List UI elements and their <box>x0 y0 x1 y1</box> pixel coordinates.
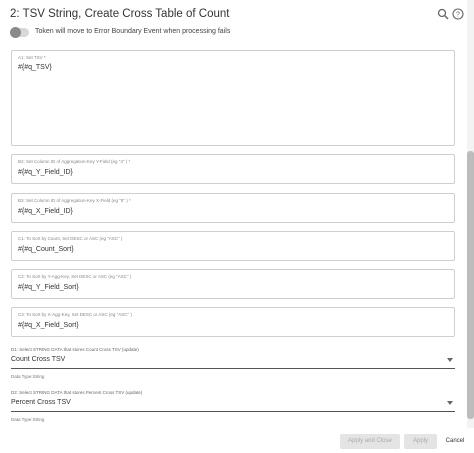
apply-button[interactable]: Apply <box>404 434 437 449</box>
help-icon[interactable]: ? <box>452 8 464 20</box>
field-value: #{#q_Y_Field_ID} <box>18 169 73 176</box>
tsv-field[interactable]: A1: Set TSV * #{#q_TSV} <box>11 50 455 146</box>
select-value: Count Cross TSV <box>11 356 66 363</box>
dialog-header: 2: TSV String, Create Cross Table of Cou… <box>0 0 474 26</box>
select-label: D2: Select STRING DATA that stores Perce… <box>11 390 143 395</box>
svg-text:?: ? <box>456 12 460 19</box>
scrollbar-thumb[interactable] <box>467 151 474 419</box>
data-type-hint: Data Type:String <box>11 417 45 422</box>
field-label: A1: Set TSV * <box>18 55 46 60</box>
count-sort-field[interactable]: C1: To Sort by Count, Set DESC or ASC (e… <box>11 231 455 261</box>
select-underline <box>11 411 455 412</box>
y-field-id-field[interactable]: B2: Set Column ID of Aggregation-Key Y-F… <box>11 154 455 184</box>
search-icon[interactable] <box>437 8 449 20</box>
toggle-label: Token will move to Error Boundary Event … <box>35 28 231 35</box>
field-label: C1: To Sort by Count, Set DESC or ASC (e… <box>18 236 123 241</box>
count-cross-tsv-select[interactable]: D1: Select STRING DATA that stores Count… <box>11 347 455 381</box>
field-label: C2: To Sort by Y-Agg-Key, Set DESC or AS… <box>18 274 132 279</box>
field-value: #{#q_Count_Sort} <box>18 246 74 253</box>
caret-down-icon[interactable] <box>447 401 453 405</box>
field-value: #{#q_Y_Field_Sort} <box>18 284 79 291</box>
field-label: B3: Set Column ID of Aggregation-Key X-F… <box>18 198 131 203</box>
error-boundary-toggle-row: Token will move to Error Boundary Event … <box>10 27 470 39</box>
percent-cross-tsv-select[interactable]: D2: Select STRING DATA that stores Perce… <box>11 390 455 424</box>
cancel-button[interactable]: Cancel <box>440 434 470 449</box>
select-value: Percent Cross TSV <box>11 399 71 406</box>
select-underline <box>11 368 455 369</box>
field-value: #{#q_X_Field_Sort} <box>18 322 79 329</box>
y-field-sort-field[interactable]: C2: To Sort by Y-Agg-Key, Set DESC or AS… <box>11 269 455 299</box>
caret-down-icon[interactable] <box>447 358 453 362</box>
error-boundary-toggle[interactable] <box>10 27 29 38</box>
select-label: D1: Select STRING DATA that stores Count… <box>11 347 139 352</box>
x-field-sort-field[interactable]: C3: To Sort by X-Agg-Key, Set DESC or AS… <box>11 307 455 337</box>
x-field-id-field[interactable]: B3: Set Column ID of Aggregation-Key X-F… <box>11 193 455 223</box>
field-label: B2: Set Column ID of Aggregation-Key Y-F… <box>18 159 131 164</box>
data-type-hint: Data Type:String <box>11 374 45 379</box>
field-value: #{#q_X_Field_ID} <box>18 208 73 215</box>
toggle-knob <box>10 27 21 38</box>
apply-and-close-button[interactable]: Apply and Close <box>340 434 400 449</box>
field-label: C3: To Sort by X-Agg-Key, Set DESC or AS… <box>18 312 132 317</box>
dialog-title: 2: TSV String, Create Cross Table of Cou… <box>10 8 230 20</box>
field-value: #{#q_TSV} <box>18 64 52 71</box>
